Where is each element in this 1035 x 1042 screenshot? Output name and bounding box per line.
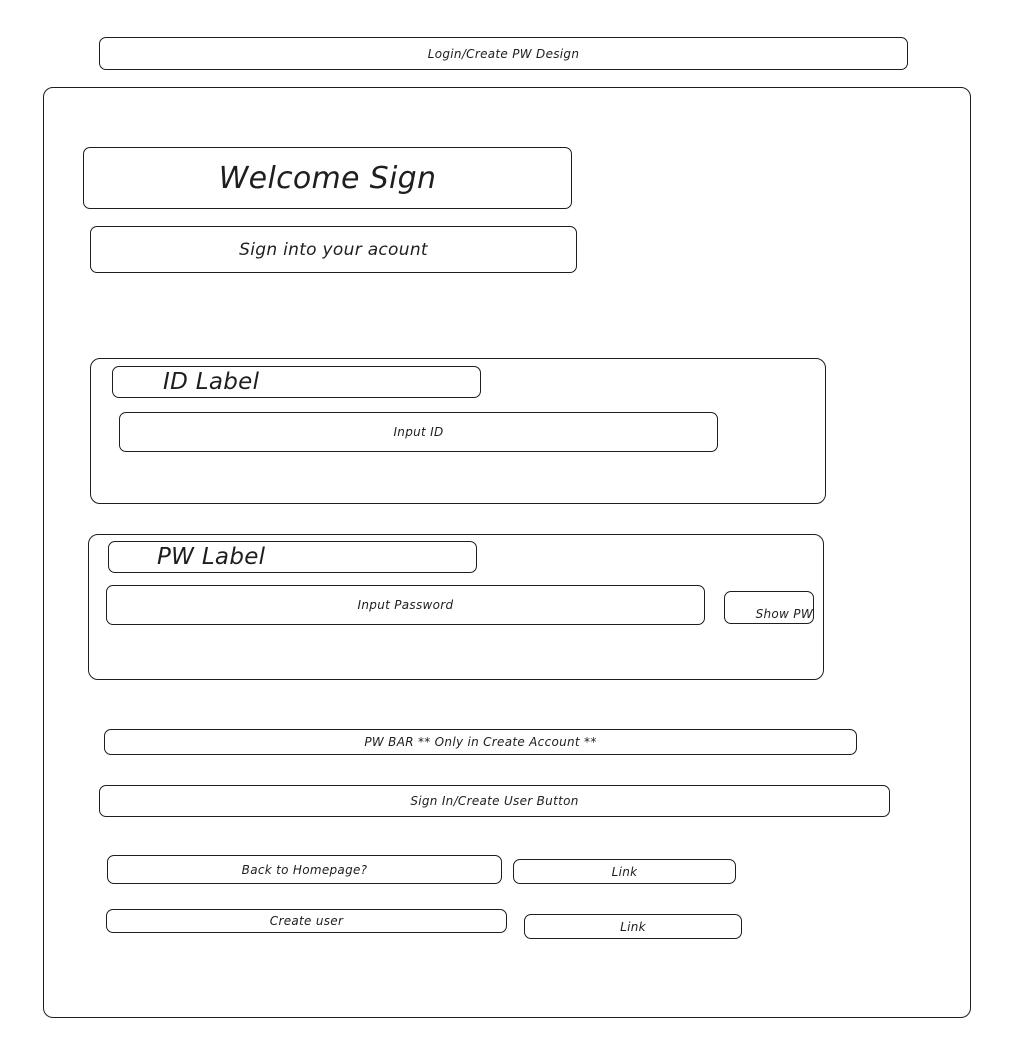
show-password-button[interactable]: Show PW [724, 591, 814, 624]
id-label: ID Label [163, 369, 260, 395]
password-input[interactable]: Input Password [106, 585, 705, 625]
show-password-label: Show PW [755, 607, 813, 621]
subtitle-box: Sign into your acount [90, 226, 577, 273]
page-title-bar: Login/Create PW Design [99, 37, 908, 70]
password-input-text: Input Password [357, 598, 454, 612]
id-input[interactable]: Input ID [119, 412, 718, 452]
create-user-link-label: Link [620, 919, 646, 934]
pw-label-box: PW Label [108, 541, 477, 573]
subtitle-text: Sign into your acount [239, 239, 428, 260]
homepage-link-label: Link [611, 864, 638, 879]
password-strength-bar: PW BAR ** Only in Create Account ** [104, 729, 857, 755]
create-user-text: Create user [269, 914, 344, 928]
sign-in-button-label: Sign In/Create User Button [410, 794, 579, 808]
id-label-box: ID Label [112, 366, 481, 398]
welcome-sign: Welcome Sign [83, 147, 572, 209]
welcome-heading: Welcome Sign [218, 160, 437, 196]
page-title: Login/Create PW Design [427, 46, 580, 61]
id-input-text: Input ID [393, 425, 444, 439]
back-to-homepage-text: Back to Homepage? [241, 862, 368, 877]
sign-in-button[interactable]: Sign In/Create User Button [99, 785, 890, 817]
create-user-link[interactable]: Link [524, 914, 742, 939]
pw-label: PW Label [157, 544, 266, 570]
password-strength-bar-text: PW BAR ** Only in Create Account ** [364, 735, 597, 749]
homepage-link[interactable]: Link [513, 859, 736, 884]
back-to-homepage-box: Back to Homepage? [107, 855, 502, 884]
create-user-box: Create user [106, 909, 507, 933]
